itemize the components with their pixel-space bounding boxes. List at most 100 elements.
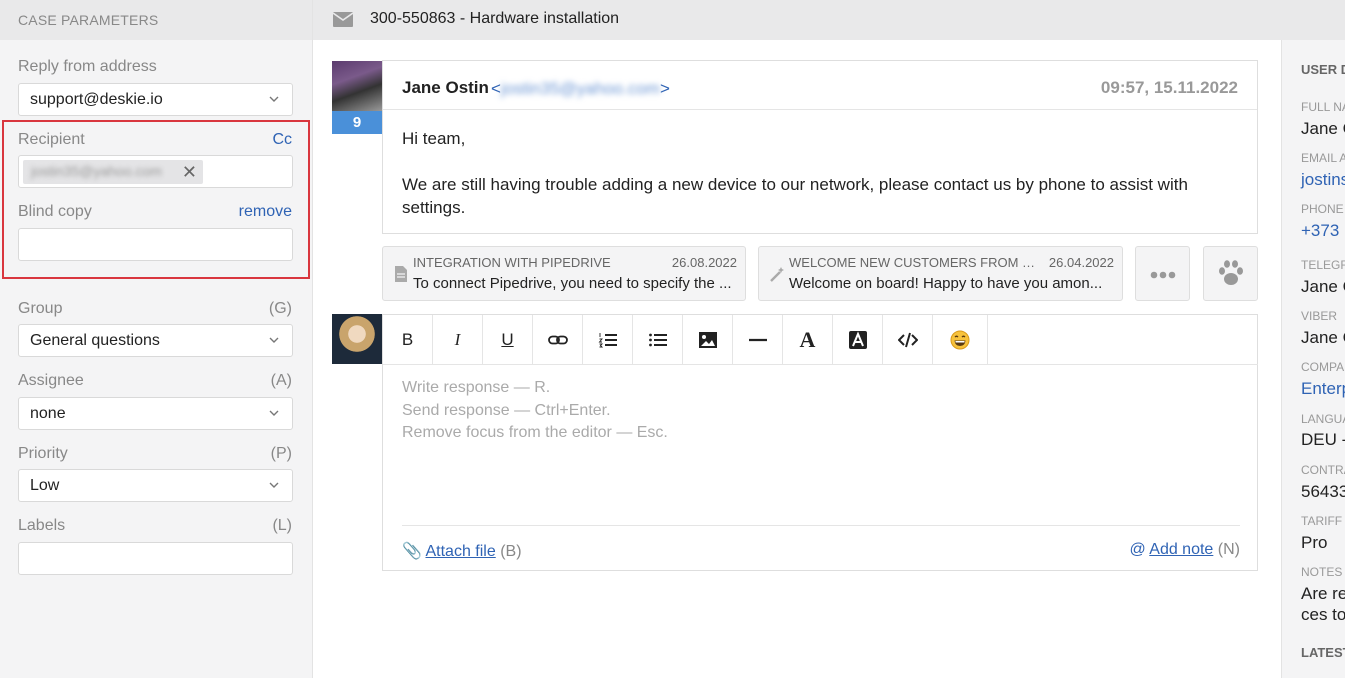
- case-title: 300-550863 - Hardware installation: [370, 10, 620, 27]
- document-icon: [395, 266, 407, 282]
- template-card[interactable]: INTEGRATION WITH PIPEDRIVE 26.08.2022 To…: [382, 246, 746, 301]
- blind-copy-label: Blind copy: [18, 203, 92, 220]
- priority-shortcut: (P): [270, 445, 292, 462]
- message-card: Jane Ostin <jostin35@yahoo.com> 09:57, 1…: [382, 60, 1258, 234]
- email-close-bracket: >: [659, 79, 670, 98]
- italic-icon: I: [454, 329, 461, 349]
- bold-icon: B: [401, 329, 414, 349]
- paw-icon: [1219, 260, 1243, 285]
- recipient-label: Recipient: [18, 131, 85, 148]
- assignee-label: Assignee: [18, 372, 84, 389]
- group-label: Group: [18, 300, 63, 317]
- phone-value[interactable]: +373: [1301, 221, 1339, 241]
- latest-title: LATEST: [1301, 645, 1345, 660]
- attach-shortcut: (B): [500, 543, 522, 560]
- numbered-list-button[interactable]: [583, 315, 633, 364]
- code-button[interactable]: [883, 315, 933, 364]
- bold-button[interactable]: B: [383, 315, 433, 364]
- note-shortcut: (N): [1217, 541, 1240, 558]
- message-count-badge: 9: [332, 111, 382, 134]
- template-card[interactable]: WELCOME NEW CUSTOMERS FROM O... 26.04.20…: [758, 246, 1123, 301]
- image-icon: [698, 331, 717, 348]
- group-shortcut: (G): [268, 300, 292, 317]
- italic-button[interactable]: I: [433, 315, 483, 364]
- cc-link[interactable]: Cc: [272, 131, 292, 149]
- priority-value: Low: [30, 477, 60, 494]
- message-body: Hi team, We are still having trouble add…: [402, 127, 1232, 219]
- paperclip-icon: 📎: [402, 543, 422, 560]
- editor-placeholder: Write response — R. Send response — Ctrl…: [402, 377, 668, 445]
- agent-avatar: [332, 314, 382, 364]
- reply-from-select[interactable]: support@deskie.io: [18, 83, 293, 116]
- magic-wand-icon: [770, 267, 784, 282]
- contract-label: CONTRA: [1301, 463, 1345, 477]
- group-select[interactable]: General questions: [18, 324, 293, 357]
- envelope-icon: [333, 12, 353, 27]
- message-text: We are still having trouble adding a new…: [402, 175, 1188, 217]
- underline-button[interactable]: U: [483, 315, 533, 364]
- contract-value: 56433: [1301, 482, 1345, 501]
- remove-chip-icon[interactable]: ✕: [182, 162, 197, 183]
- viber-label: VIBER: [1301, 309, 1338, 323]
- priority-select[interactable]: Low: [18, 469, 293, 502]
- labels-shortcut: (L): [272, 517, 292, 534]
- link-icon: [547, 335, 568, 344]
- sender-email-address: jostin35@yahoo.com: [500, 79, 660, 98]
- template-date: 26.04.2022: [1048, 255, 1114, 270]
- language-value: DEU -: [1301, 430, 1345, 449]
- attach-file-label: Attach file: [425, 543, 496, 560]
- background-color-button[interactable]: [833, 315, 883, 364]
- image-button[interactable]: [683, 315, 733, 364]
- template-name: WELCOME NEW CUSTOMERS FROM O...: [789, 255, 1039, 270]
- reply-from-value: support@deskie.io: [30, 91, 163, 108]
- panel-title: CASE PARAMETERS: [0, 0, 312, 40]
- company-value[interactable]: Enterp: [1301, 379, 1345, 399]
- placeholder-line: Remove focus from the editor — Esc.: [402, 424, 668, 441]
- user-details-title: USER D: [1301, 62, 1345, 77]
- chevron-down-icon: [269, 482, 279, 488]
- customer-avatar: [332, 61, 382, 111]
- response-editor[interactable]: B I U A Write response — R. Send respons…: [382, 314, 1258, 571]
- text-color-button[interactable]: A: [783, 315, 833, 364]
- add-note-button[interactable]: @ Add note (N): [1129, 541, 1240, 559]
- toolbar-divider: [988, 364, 1258, 365]
- background-color-icon: [848, 330, 867, 349]
- email-value[interactable]: jostins: [1301, 170, 1345, 190]
- labels-label: Labels: [18, 517, 66, 534]
- placeholder-line: Write response — R.: [402, 379, 551, 396]
- more-templates-button[interactable]: [1135, 246, 1190, 301]
- language-label: LANGUA: [1301, 412, 1345, 426]
- template-preview: Welcome on board! Happy to have you amon…: [789, 275, 1103, 292]
- horizontal-rule-icon: [748, 338, 767, 341]
- notes-value-line2: ces to: [1301, 605, 1345, 624]
- tariff-value: Pro: [1301, 533, 1328, 552]
- chevron-down-icon: [269, 96, 279, 102]
- sender-email[interactable]: <jostin35@yahoo.com>: [491, 79, 670, 99]
- assignee-select[interactable]: none: [18, 397, 293, 430]
- case-parameters-panel: CASE PARAMETERS Reply from address suppo…: [0, 0, 313, 678]
- telegram-label: TELEGR: [1301, 258, 1345, 272]
- editor-toolbar: B I U A: [383, 315, 988, 365]
- emoji-button[interactable]: [933, 315, 988, 364]
- editor-footer: 📎 Attach file (B) @ Add note (N): [402, 525, 1240, 571]
- add-note-label: Add note: [1149, 541, 1214, 558]
- chevron-down-icon: [269, 410, 279, 416]
- viber-value: Jane C: [1301, 328, 1345, 347]
- attach-file-button[interactable]: 📎 Attach file (B): [402, 541, 522, 561]
- horizontal-rule-button[interactable]: [733, 315, 783, 364]
- bulleted-list-icon: [648, 333, 667, 346]
- bulleted-list-button[interactable]: [633, 315, 683, 364]
- group-value: General questions: [30, 332, 160, 349]
- more-dots-icon: [1150, 271, 1176, 279]
- assignee-value: none: [30, 405, 66, 422]
- labels-field[interactable]: [18, 542, 293, 575]
- message-greeting: Hi team,: [402, 129, 466, 148]
- link-button[interactable]: [533, 315, 583, 364]
- remove-blind-copy-link[interactable]: remove: [239, 203, 292, 221]
- at-sign-icon: @: [1129, 541, 1146, 558]
- full-name-value: Jane C: [1301, 119, 1345, 138]
- paw-button[interactable]: [1203, 246, 1258, 301]
- blind-copy-field[interactable]: [18, 228, 293, 261]
- recipient-field[interactable]: jostin35@yahoo.com ✕: [18, 155, 293, 188]
- full-name-label: FULL NA: [1301, 100, 1345, 114]
